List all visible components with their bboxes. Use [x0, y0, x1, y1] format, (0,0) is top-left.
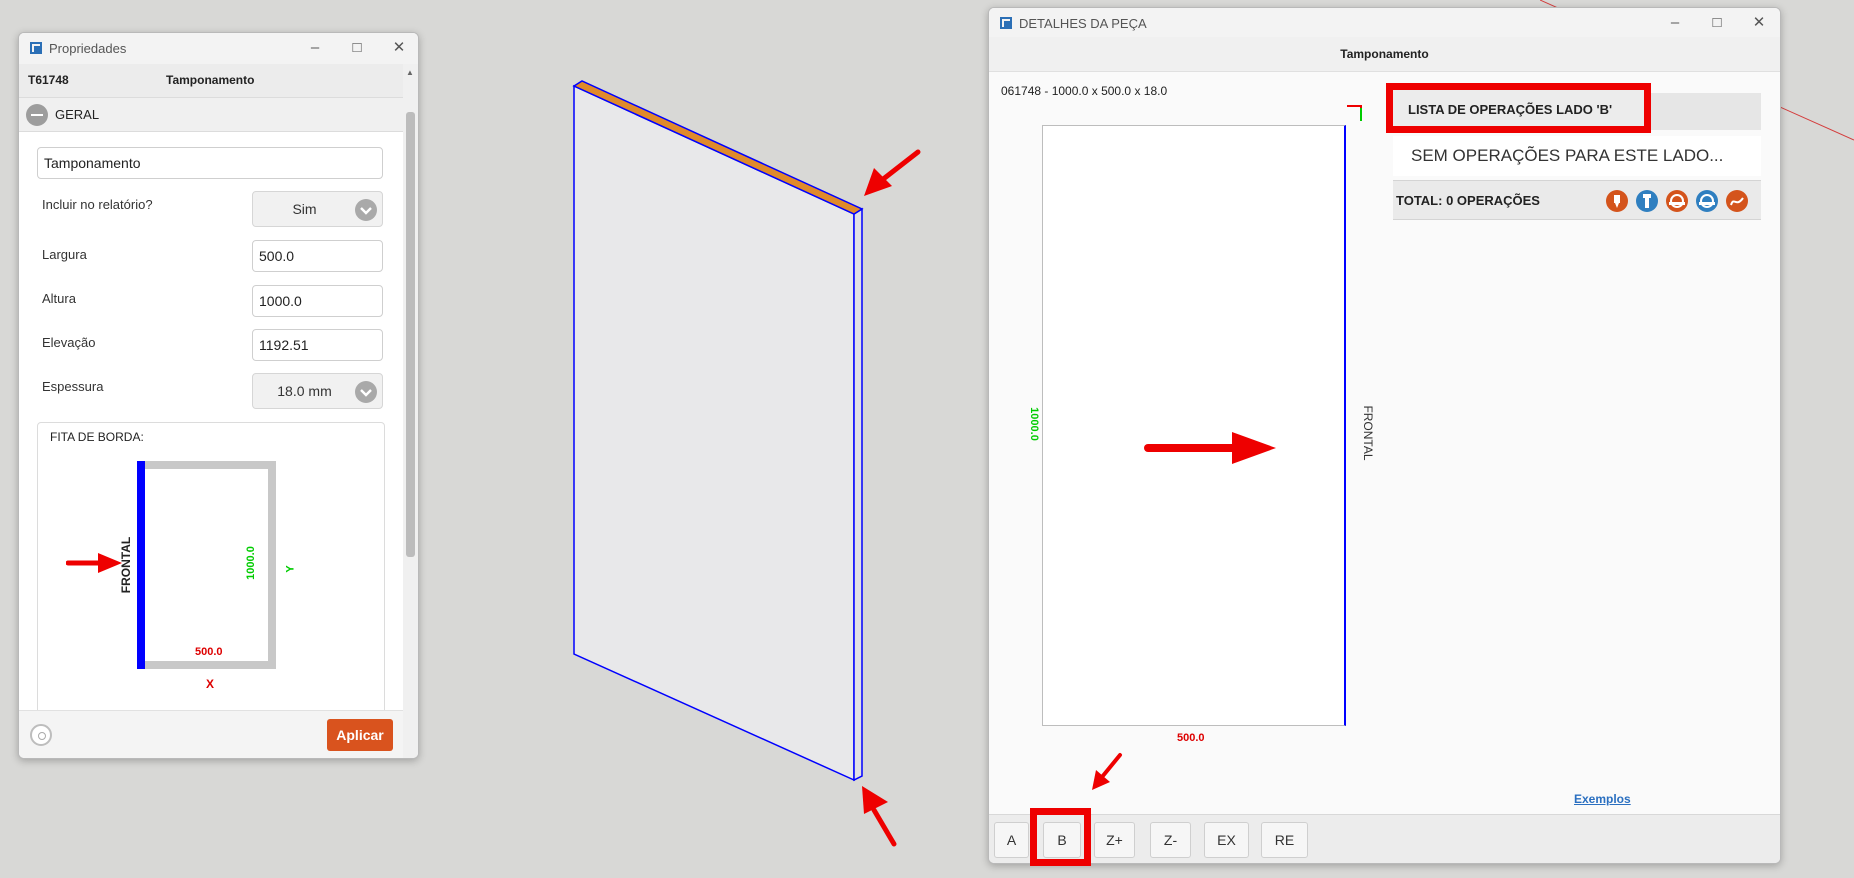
ops-title: LISTA DE OPERAÇÕES LADO 'B'	[1408, 102, 1613, 117]
window-title: Propriedades	[49, 41, 127, 56]
edge-banding-panel: FITA DE BORDA: FRONTAL 1000.0 Y 500.0 X	[37, 422, 385, 744]
apply-button[interactable]: Aplicar	[327, 719, 393, 751]
saw-icon[interactable]	[1666, 190, 1688, 212]
no-ops-text: SEM OPERAÇÕES PARA ESTE LADO...	[1411, 146, 1724, 165]
side-zplus-button[interactable]: Z+	[1094, 822, 1135, 858]
arrow-annotation-icon	[1144, 432, 1276, 464]
arrow-annotation-icon	[1092, 753, 1122, 790]
chevron-down-icon[interactable]	[355, 199, 377, 221]
include-value: Sim	[292, 201, 317, 217]
component-name: Tamponamento	[166, 73, 255, 87]
side-dimension: 1000.0	[1028, 407, 1040, 441]
properties-footer: Aplicar	[19, 710, 403, 758]
elevation-input[interactable]: 1192.51	[252, 329, 383, 361]
side-a-button[interactable]: A	[994, 822, 1029, 858]
side-re-button[interactable]: RE	[1261, 822, 1308, 858]
details-window: DETALHES DA PEÇA – □ ✕ Tamponamento 0617…	[988, 7, 1781, 864]
include-label: Incluir no relatório?	[42, 197, 153, 212]
minimize-icon[interactable]: –	[1657, 12, 1693, 34]
thickness-value: 18.0 mm	[277, 383, 332, 399]
scroll-thumb[interactable]	[406, 112, 415, 557]
width-label: Largura	[42, 247, 87, 262]
piece-drawing[interactable]	[1042, 125, 1346, 726]
path-icon[interactable]	[1726, 190, 1748, 212]
arrow-annotation-icon	[862, 786, 897, 847]
panel-edge-side[interactable]	[853, 207, 863, 782]
side-ex-button[interactable]: EX	[1204, 822, 1249, 858]
edge-axis-y: Y	[284, 565, 297, 573]
piece-dimensions: 061748 - 1000.0 x 500.0 x 18.0	[1001, 84, 1168, 98]
origin-marker	[1347, 105, 1362, 121]
height-input[interactable]: 1000.0	[252, 285, 383, 317]
name-input[interactable]: Tamponamento	[37, 147, 383, 179]
elevation-label: Elevação	[42, 335, 96, 350]
eye-icon[interactable]	[30, 724, 52, 746]
thickness-select[interactable]: 18.0 mm	[252, 373, 383, 409]
collapse-icon[interactable]	[26, 104, 48, 126]
section-label: GERAL	[55, 107, 100, 122]
chevron-down-icon[interactable]	[355, 381, 377, 403]
close-icon[interactable]: ✕	[381, 37, 417, 59]
details-titlebar[interactable]: DETALHES DA PEÇA – □ ✕	[989, 8, 1780, 38]
height-label: Altura	[42, 291, 76, 306]
component-code: T61748	[28, 73, 69, 87]
total-text: TOTAL: 0 OPERAÇÕES	[1396, 193, 1540, 208]
maximize-icon[interactable]: □	[339, 37, 375, 59]
arrow-annotation-icon	[864, 149, 921, 196]
screw-icon[interactable]	[1636, 190, 1658, 212]
no-ops-row: SEM OPERAÇÕES PARA ESTE LADO...	[1393, 136, 1761, 176]
ops-title-highlight: LISTA DE OPERAÇÕES LADO 'B'	[1386, 83, 1651, 133]
window-title: DETALHES DA PEÇA	[1019, 16, 1147, 31]
piece-name: Tamponamento	[1340, 47, 1429, 61]
properties-window: Propriedades – □ ✕ T61748 Tamponamento G…	[18, 32, 419, 759]
drill-icon[interactable]	[1606, 190, 1628, 212]
section-geral[interactable]: GERAL	[19, 98, 403, 132]
app-icon	[1000, 17, 1012, 29]
side-b-highlight	[1030, 808, 1091, 866]
details-header: Tamponamento	[989, 37, 1780, 72]
bottom-dimension: 500.0	[1177, 732, 1205, 744]
thickness-label: Espessura	[42, 379, 104, 394]
close-icon[interactable]: ✕	[1741, 12, 1777, 34]
properties-titlebar[interactable]: Propriedades – □ ✕	[19, 33, 418, 65]
width-input[interactable]: 500.0	[252, 240, 383, 272]
front-label: FRONTAL	[1361, 405, 1375, 461]
maximize-icon[interactable]: □	[1699, 12, 1735, 34]
component-header: T61748 Tamponamento	[19, 64, 403, 98]
edge-axis-x: X	[206, 677, 215, 691]
edge-dim-x: 500.0	[195, 646, 223, 658]
include-select[interactable]: Sim	[252, 191, 383, 227]
scrollbar[interactable]: ▲ ▼	[403, 64, 418, 758]
edge-banding-label: FITA DE BORDA:	[50, 430, 144, 444]
edge-dim-y: 1000.0	[245, 546, 257, 580]
side-zminus-button[interactable]: Z-	[1150, 822, 1191, 858]
app-icon	[30, 42, 42, 54]
examples-link[interactable]: Exemplos	[1574, 792, 1631, 806]
edge-front-band[interactable]	[137, 461, 145, 669]
panel-3d-view[interactable]	[560, 70, 900, 850]
minimize-icon[interactable]: –	[297, 37, 333, 59]
blade-icon[interactable]	[1696, 190, 1718, 212]
arrow-annotation-icon	[66, 553, 122, 573]
scroll-up-arrow[interactable]: ▲	[406, 68, 414, 77]
